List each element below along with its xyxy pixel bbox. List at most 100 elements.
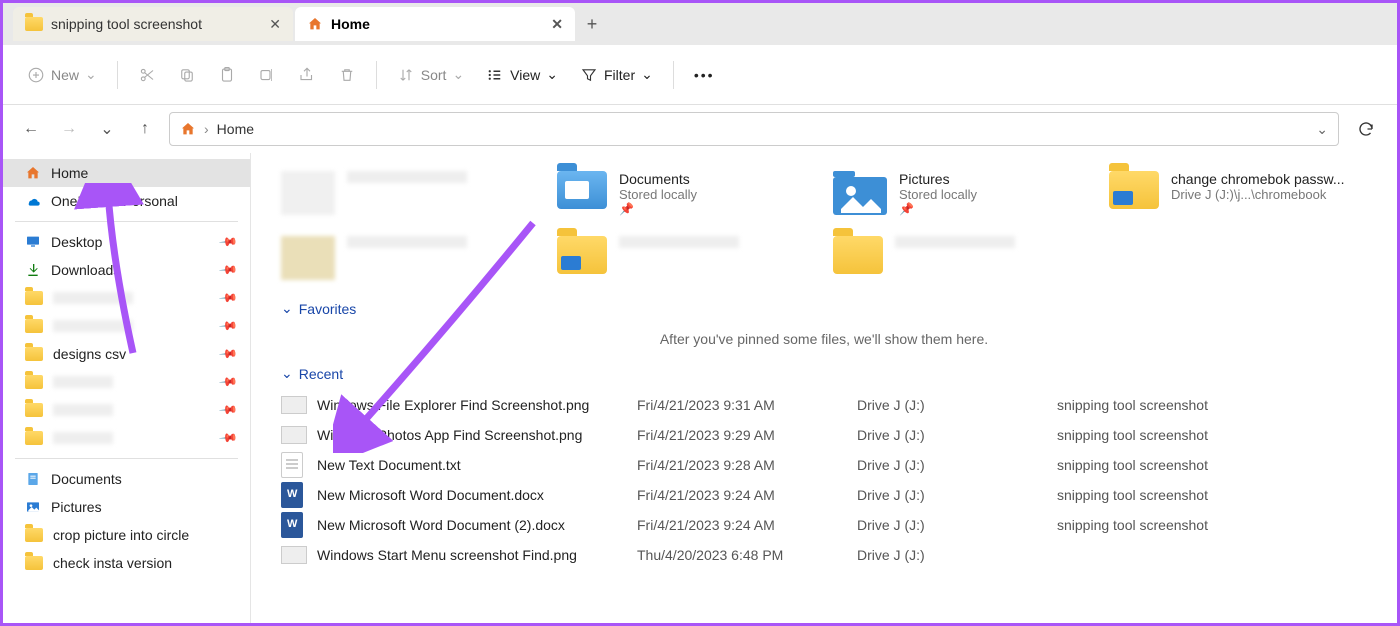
back-button[interactable]: ←	[17, 115, 45, 143]
sidebar: Home OneDrive - Personal Desktop 📌 Downl…	[3, 153, 251, 623]
recent-date: Fri/4/21/2023 9:31 AM	[637, 397, 857, 413]
sidebar-item-documents[interactable]: Documents	[3, 465, 250, 493]
quick-subtitle: Stored locally	[899, 187, 977, 202]
folder-icon	[25, 403, 43, 417]
clipboard-icon	[218, 66, 236, 84]
recent-row[interactable]: Windows File Explorer Find Screenshot.pn…	[281, 390, 1367, 420]
sidebar-item-folder[interactable]: 📌	[3, 368, 250, 396]
quick-item[interactable]	[281, 236, 531, 280]
folder-icon	[25, 17, 43, 31]
word-file-icon	[281, 512, 303, 538]
recent-location: Drive J (J:)	[857, 517, 1057, 533]
sidebar-item-home[interactable]: Home	[3, 159, 250, 187]
image-icon	[281, 546, 307, 564]
sidebar-item-label: Documents	[51, 471, 122, 487]
chevron-down-icon: ⌄	[452, 66, 464, 83]
onedrive-icon	[25, 193, 41, 209]
share-button[interactable]	[288, 57, 326, 93]
recent-name: Windows File Explorer Find Screenshot.pn…	[317, 397, 637, 413]
recent-tag: snipping tool screenshot	[1057, 457, 1367, 473]
new-button[interactable]: New ⌄	[17, 57, 107, 93]
chevron-down-icon[interactable]: ⌄	[1316, 121, 1328, 138]
folder-icon	[25, 431, 43, 445]
pin-icon: 📌	[218, 316, 238, 336]
section-favorites[interactable]: ⌄Favorites	[281, 300, 1367, 317]
filter-label: Filter	[604, 67, 635, 83]
sidebar-item-crop[interactable]: crop picture into circle	[3, 521, 250, 549]
cut-button[interactable]	[128, 57, 166, 93]
sidebar-item-folder[interactable]: 📌	[3, 284, 250, 312]
sidebar-item-pictures[interactable]: Pictures	[3, 493, 250, 521]
sort-button[interactable]: Sort ⌄	[387, 57, 474, 93]
close-icon[interactable]: ✕	[551, 16, 563, 33]
breadcrumb-sep: ›	[204, 121, 209, 137]
rename-button[interactable]	[248, 57, 286, 93]
sidebar-item-insta[interactable]: check insta version	[3, 549, 250, 577]
recent-name: New Microsoft Word Document (2).docx	[317, 517, 637, 533]
address-bar[interactable]: › Home ⌄	[169, 112, 1339, 146]
sidebar-item-label: Desktop	[51, 234, 102, 250]
recent-name: Windows Start Menu screenshot Find.png	[317, 547, 637, 563]
desktop-icon	[25, 234, 41, 250]
rename-icon	[258, 66, 276, 84]
pictures-folder-icon	[833, 171, 887, 215]
breadcrumb-root[interactable]: Home	[217, 121, 254, 137]
tab-snipping[interactable]: snipping tool screenshot ✕	[13, 7, 293, 41]
folder-icon	[557, 236, 607, 274]
recent-row[interactable]: New Microsoft Word Document.docxFri/4/21…	[281, 480, 1367, 510]
recent-locations-button[interactable]: ⌄	[93, 115, 121, 143]
download-icon	[25, 262, 41, 278]
sidebar-item-onedrive[interactable]: OneDrive - Personal	[3, 187, 250, 215]
recent-tag: snipping tool screenshot	[1057, 427, 1367, 443]
view-button[interactable]: View ⌄	[476, 57, 568, 93]
up-button[interactable]: ↑	[131, 115, 159, 143]
chevron-down-icon: ⌄	[641, 66, 653, 83]
quick-item[interactable]	[557, 236, 807, 280]
delete-button[interactable]	[328, 57, 366, 93]
quick-item-pictures[interactable]: PicturesStored locally📌	[833, 171, 1083, 216]
sidebar-item-downloads[interactable]: Downloads 📌	[3, 256, 250, 284]
paste-button[interactable]	[208, 57, 246, 93]
sidebar-item-folder[interactable]: 📌	[3, 312, 250, 340]
recent-name: New Microsoft Word Document.docx	[317, 487, 637, 503]
copy-button[interactable]	[168, 57, 206, 93]
add-tab-button[interactable]: +	[577, 9, 607, 39]
filter-button[interactable]: Filter ⌄	[570, 57, 663, 93]
folder-icon	[281, 236, 335, 280]
close-icon[interactable]: ✕	[269, 16, 281, 33]
share-icon	[298, 66, 316, 84]
pin-icon: 📌	[218, 260, 238, 280]
plus-circle-icon	[27, 66, 45, 84]
quick-item-documents[interactable]: DocumentsStored locally📌	[557, 171, 807, 216]
refresh-button[interactable]	[1349, 120, 1383, 138]
section-recent[interactable]: ⌄Recent	[281, 365, 1367, 382]
pin-icon: 📌	[218, 232, 238, 252]
recent-row[interactable]: Windows Start Menu screenshot Find.pngTh…	[281, 540, 1367, 570]
folder-icon	[25, 347, 43, 361]
tab-bar: snipping tool screenshot ✕ Home ✕ +	[3, 3, 1397, 45]
quick-item[interactable]	[833, 236, 1083, 280]
quick-item[interactable]	[281, 171, 531, 216]
sidebar-item-desktop[interactable]: Desktop 📌	[3, 228, 250, 256]
sidebar-item-label: check insta version	[53, 555, 172, 571]
refresh-icon	[1357, 120, 1375, 138]
nav-bar: ← → ⌄ ↑ › Home ⌄	[3, 105, 1397, 153]
more-icon: •••	[694, 67, 715, 83]
sidebar-item-designs-csv[interactable]: designs csv📌	[3, 340, 250, 368]
more-button[interactable]: •••	[684, 57, 725, 93]
tab-label: snipping tool screenshot	[51, 16, 202, 32]
folder-icon	[25, 319, 43, 333]
sort-label: Sort	[421, 67, 447, 83]
quick-item-chromebook[interactable]: change chromebok passw...Drive J (J:)\j.…	[1109, 171, 1359, 216]
recent-row[interactable]: New Text Document.txtFri/4/21/2023 9:28 …	[281, 450, 1367, 480]
recent-row[interactable]: New Microsoft Word Document (2).docxFri/…	[281, 510, 1367, 540]
forward-button[interactable]: →	[55, 115, 83, 143]
sidebar-item-folder[interactable]: 📌	[3, 424, 250, 452]
copy-icon	[178, 66, 196, 84]
favorites-empty-text: After you've pinned some files, we'll sh…	[281, 331, 1367, 347]
image-icon	[281, 396, 307, 414]
sidebar-item-folder[interactable]: 📌	[3, 396, 250, 424]
tab-home[interactable]: Home ✕	[295, 7, 575, 41]
recent-row[interactable]: Windows Photos App Find Screenshot.pngFr…	[281, 420, 1367, 450]
sidebar-item-label: Pictures	[51, 499, 102, 515]
